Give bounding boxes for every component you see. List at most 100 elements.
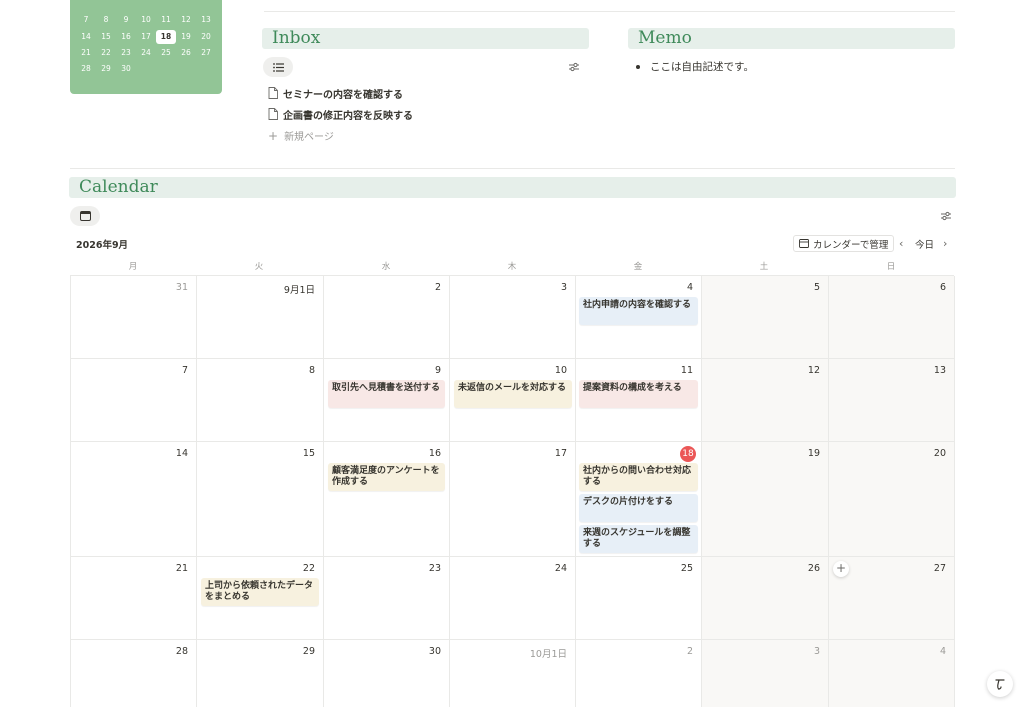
mini-calendar-day[interactable]: 21 xyxy=(76,46,96,60)
day-number: 3 xyxy=(813,646,820,657)
mini-calendar-day[interactable]: 12 xyxy=(176,13,196,27)
calendar-view-button[interactable] xyxy=(70,206,100,226)
mini-calendar-day[interactable]: 15 xyxy=(96,30,116,44)
filter-settings-icon[interactable] xyxy=(568,61,580,73)
notion-ai-button[interactable] xyxy=(987,671,1013,697)
filter-settings-icon[interactable] xyxy=(940,210,952,222)
divider xyxy=(70,168,955,169)
calendar-event[interactable]: 社内からの問い合わせ対応する xyxy=(579,463,698,491)
calendar-day-cell[interactable]: 15 xyxy=(197,442,324,557)
calendar-day-cell[interactable]: 19 xyxy=(702,442,829,557)
calendar-day-cell[interactable]: 5 xyxy=(702,276,829,359)
calendar-day-cell[interactable]: 29 xyxy=(197,640,324,707)
calendar-event[interactable]: 提案資料の構成を考える xyxy=(579,380,698,408)
mini-calendar-day[interactable]: 28 xyxy=(76,62,96,76)
calendar-day-cell[interactable]: 6 xyxy=(829,276,955,359)
calendar-day-cell[interactable]: 13 xyxy=(829,359,955,442)
calendar-event[interactable]: 顧客満足度のアンケートを作成する xyxy=(328,463,445,491)
mini-calendar-day[interactable]: 23 xyxy=(116,46,136,60)
mini-calendar-day[interactable]: 13 xyxy=(196,13,216,27)
mini-calendar-day[interactable]: 19 xyxy=(176,30,196,44)
calendar-day-cell[interactable]: 2 xyxy=(324,276,450,359)
mini-calendar-day[interactable]: 16 xyxy=(116,30,136,44)
day-number: 21 xyxy=(175,563,188,574)
calendar-day-cell[interactable]: 12 xyxy=(702,359,829,442)
mini-calendar-day[interactable]: 30 xyxy=(116,62,136,76)
inbox-header: Inbox xyxy=(262,28,589,49)
calendar-day-cell[interactable]: 2 xyxy=(576,640,702,707)
mini-calendar: 7 8 9 10 11 12 13 14 15 16 17 18 19 20 2… xyxy=(70,0,222,94)
day-number: 13 xyxy=(933,365,946,376)
list-view-button[interactable] xyxy=(263,57,293,77)
calendar-event[interactable]: 社内申請の内容を確認する xyxy=(579,297,698,325)
mini-calendar-week: 7 8 9 10 11 12 13 xyxy=(76,13,216,27)
day-number: 2 xyxy=(686,646,693,657)
mini-calendar-day[interactable]: 25 xyxy=(156,46,176,60)
calendar-icon xyxy=(79,211,91,221)
calendar-event[interactable]: 上司から依頼されたデータをまとめる xyxy=(201,578,319,606)
calendar-event[interactable]: 未返信のメールを対応する xyxy=(454,380,572,408)
calendar-header: Calendar xyxy=(69,177,956,198)
calendar-day-cell[interactable]: 26 xyxy=(702,557,829,640)
calendar-day-cell[interactable]: 9月1日 xyxy=(197,276,324,359)
today-button[interactable]: 今日 xyxy=(915,237,934,251)
mini-calendar-day[interactable]: 24 xyxy=(136,46,156,60)
bullet-dot-icon xyxy=(636,64,640,69)
inbox-page-item[interactable]: 企画書の修正内容を反映する xyxy=(268,106,413,122)
weekday-label: 土 xyxy=(759,262,769,272)
calendar-day-cell[interactable]: 23 xyxy=(324,557,450,640)
calendar-day-cell[interactable]: 20 xyxy=(829,442,955,557)
day-number: 27 xyxy=(933,563,946,574)
mini-calendar-today[interactable]: 18 xyxy=(156,30,176,44)
ai-face-icon xyxy=(995,679,1005,690)
mini-calendar-day[interactable]: 29 xyxy=(96,62,116,76)
day-number: 16 xyxy=(428,448,441,459)
inbox-item-label: 企画書の修正内容を反映する xyxy=(283,110,413,122)
memo-text: ここは自由記述です。 xyxy=(650,61,754,73)
calendar-day-cell[interactable]: 21 xyxy=(71,557,197,640)
day-number: 29 xyxy=(302,646,315,657)
calendar-day-cell[interactable]: 3 xyxy=(450,276,576,359)
mini-calendar-day[interactable]: 9 xyxy=(116,13,136,27)
memo-bullet-item[interactable]: ここは自由記述です。 xyxy=(636,59,754,74)
calendar-day-cell[interactable]: 7 xyxy=(71,359,197,442)
memo-header: Memo xyxy=(628,28,955,49)
mini-calendar-day[interactable]: 17 xyxy=(136,30,156,44)
calendar-day-cell[interactable]: 4 xyxy=(829,640,955,707)
inbox-page-item[interactable]: セミナーの内容を確認する xyxy=(268,85,403,101)
calendar-event[interactable]: 取引先へ見積書を送付する xyxy=(328,380,445,408)
calendar-day-cell[interactable]: 31 xyxy=(71,276,197,359)
inbox-title: Inbox xyxy=(272,28,321,48)
mini-calendar-day[interactable]: 27 xyxy=(196,46,216,60)
new-page-button[interactable]: + 新規ページ xyxy=(268,128,334,144)
mini-calendar-day[interactable]: 14 xyxy=(76,30,96,44)
calendar-day-cell[interactable]: 28 xyxy=(71,640,197,707)
chevron-right-icon[interactable]: › xyxy=(943,237,947,250)
mini-calendar-day[interactable]: 7 xyxy=(76,13,96,27)
add-event-button[interactable]: + xyxy=(833,561,849,577)
day-number: 9月1日 xyxy=(283,285,315,296)
calendar-event[interactable]: 来週のスケジュールを調整する xyxy=(579,525,698,553)
mini-calendar-day[interactable]: 11 xyxy=(156,13,176,27)
mini-calendar-day[interactable]: 26 xyxy=(176,46,196,60)
calendar-day-cell[interactable]: 25 xyxy=(576,557,702,640)
day-number: 10 xyxy=(554,365,567,376)
calendar-day-cell[interactable]: 3 xyxy=(702,640,829,707)
mini-calendar-day[interactable]: 8 xyxy=(96,13,116,27)
calendar-day-cell[interactable]: 10月1日 xyxy=(450,640,576,707)
calendar-day-cell[interactable]: 8 xyxy=(197,359,324,442)
mini-calendar-day[interactable]: 22 xyxy=(96,46,116,60)
calendar-day-cell[interactable]: 14 xyxy=(71,442,197,557)
calendar-event[interactable]: デスクの片付けをする xyxy=(579,494,698,522)
day-number: 31 xyxy=(175,282,188,293)
calendar-day-cell[interactable]: 30 xyxy=(324,640,450,707)
chevron-left-icon[interactable]: ‹ xyxy=(899,237,903,250)
manage-in-calendar-button[interactable]: カレンダーで管理 xyxy=(793,235,895,252)
day-number: 30 xyxy=(428,646,441,657)
calendar-day-cell[interactable]: 17 xyxy=(450,442,576,557)
calendar-day-cell[interactable]: 24 xyxy=(450,557,576,640)
calendar-day-cell[interactable]: 16 xyxy=(324,442,450,557)
mini-calendar-week: 28 29 30 xyxy=(76,62,216,76)
mini-calendar-day[interactable]: 20 xyxy=(196,30,216,44)
mini-calendar-day[interactable]: 10 xyxy=(136,13,156,27)
